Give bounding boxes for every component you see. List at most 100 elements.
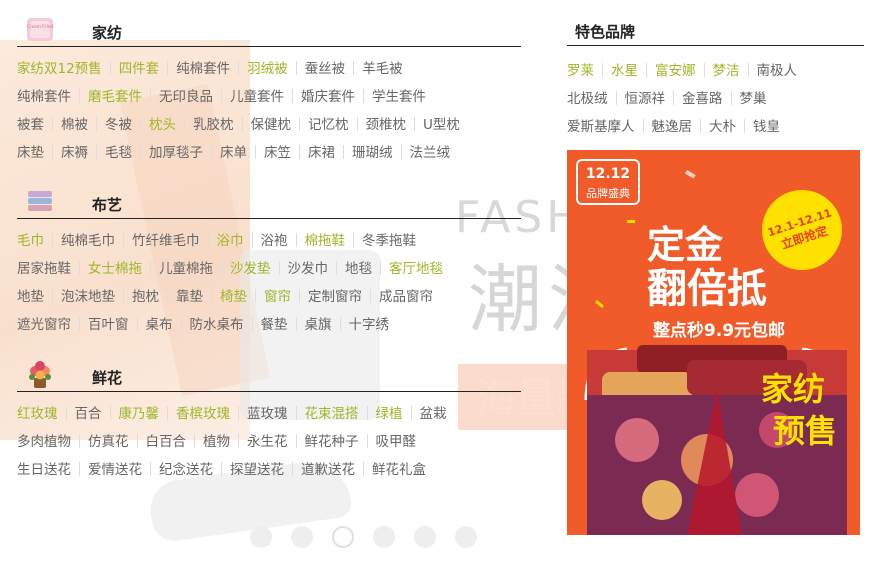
category-link[interactable]: 抱枕 xyxy=(132,289,159,305)
category-link[interactable]: 颈椎枕 xyxy=(366,117,407,133)
category-link[interactable]: 竹纤维毛巾 xyxy=(132,233,200,249)
category-link-highlighted[interactable]: 康乃馨 xyxy=(119,406,160,422)
category-link[interactable]: 盆栽 xyxy=(420,406,447,422)
category-link[interactable]: U型枕 xyxy=(423,117,460,133)
category-link[interactable]: 纯棉套件 xyxy=(176,61,230,77)
category-link[interactable]: 泡沫地垫 xyxy=(61,289,115,305)
category-link[interactable]: 毛毯 xyxy=(105,145,132,161)
category-link[interactable]: 防水桌布 xyxy=(190,317,244,333)
category-link[interactable]: 地毯 xyxy=(345,261,372,277)
category-link[interactable]: 法兰绒 xyxy=(410,145,451,161)
category-link-highlighted[interactable]: 磨毛套件 xyxy=(88,89,142,105)
category-link[interactable]: 靠垫 xyxy=(176,289,203,305)
category-link-highlighted[interactable]: 梦洁 xyxy=(713,63,740,79)
category-link-highlighted[interactable]: 富安娜 xyxy=(655,63,696,79)
category-link[interactable]: 被套 xyxy=(17,117,44,133)
category-link-highlighted[interactable]: 羽绒被 xyxy=(247,61,288,77)
category-link[interactable]: 蚕丝被 xyxy=(305,61,346,77)
category-link-highlighted[interactable]: 枕头 xyxy=(149,117,176,133)
category-link-highlighted[interactable]: 客厅地毯 xyxy=(389,261,443,277)
category-link[interactable]: 床单 xyxy=(220,145,247,161)
category-link[interactable]: 纯棉毛巾 xyxy=(61,233,115,249)
category-link[interactable]: 魅逸居 xyxy=(652,119,693,135)
section-title[interactable]: 家纺 xyxy=(92,22,122,43)
category-link-highlighted[interactable]: 女士棉拖 xyxy=(88,261,142,277)
category-link[interactable]: 百叶窗 xyxy=(88,317,129,333)
category-link[interactable]: 无印良品 xyxy=(159,89,213,105)
category-link[interactable]: 乳胶枕 xyxy=(193,117,234,133)
category-link[interactable]: 遮光窗帘 xyxy=(17,317,71,333)
category-link[interactable]: 植物 xyxy=(203,434,230,450)
brands-title[interactable]: 特色品牌 xyxy=(575,21,635,42)
category-link[interactable]: 床裙 xyxy=(308,145,335,161)
category-link[interactable]: 钱皇 xyxy=(753,119,780,135)
category-link[interactable]: 定制窗帘 xyxy=(308,289,362,305)
category-link[interactable]: 桌布 xyxy=(146,317,173,333)
category-link-highlighted[interactable]: 家纺双12预售 xyxy=(17,61,102,77)
category-link-highlighted[interactable]: 红玫瑰 xyxy=(17,406,58,422)
category-link[interactable]: 羊毛被 xyxy=(362,61,403,77)
category-link-highlighted[interactable]: 沙发垫 xyxy=(230,261,271,277)
category-link-highlighted[interactable]: 四件套 xyxy=(119,61,160,77)
category-link[interactable]: 蓝玫瑰 xyxy=(247,406,288,422)
category-link-highlighted[interactable]: 毛巾 xyxy=(17,233,44,249)
category-link[interactable]: 床垫 xyxy=(17,145,44,161)
category-link[interactable]: 鲜花礼盒 xyxy=(372,462,426,478)
category-link[interactable]: 婚庆套件 xyxy=(301,89,355,105)
category-link[interactable]: 餐垫 xyxy=(261,317,288,333)
carousel-dot[interactable] xyxy=(250,526,272,548)
category-link[interactable]: 爱情送花 xyxy=(88,462,142,478)
category-link[interactable]: 浴袍 xyxy=(261,233,288,249)
section-title[interactable]: 鲜花 xyxy=(92,367,122,388)
category-link[interactable]: 床笠 xyxy=(264,145,291,161)
category-link[interactable]: 儿童棉拖 xyxy=(159,261,213,277)
carousel-dot[interactable] xyxy=(373,526,395,548)
category-link[interactable]: 生日送花 xyxy=(17,462,71,478)
category-link[interactable]: 加厚毯子 xyxy=(149,145,203,161)
category-link-highlighted[interactable]: 花束混搭 xyxy=(305,406,359,422)
category-link[interactable]: 鲜花种子 xyxy=(305,434,359,450)
category-link[interactable]: 恒源祥 xyxy=(625,91,666,107)
category-link[interactable]: 桌旗 xyxy=(305,317,332,333)
section-title[interactable]: 布艺 xyxy=(92,194,122,215)
carousel-dot[interactable] xyxy=(291,526,313,548)
category-link-highlighted[interactable]: 水星 xyxy=(611,63,638,79)
category-link[interactable]: 记忆枕 xyxy=(308,117,349,133)
category-link[interactable]: 棉被 xyxy=(61,117,88,133)
category-link[interactable]: 吸甲醛 xyxy=(376,434,417,450)
category-link[interactable]: 金喜路 xyxy=(682,91,723,107)
category-link[interactable]: 纯棉套件 xyxy=(17,89,71,105)
category-link[interactable]: 冬被 xyxy=(105,117,132,133)
category-link[interactable]: 探望送花 xyxy=(230,462,284,478)
promo-banner[interactable]: 12.12 品牌盛典 12.1-12.11 立即抢定 定金 翻倍抵 整点秒9.9… xyxy=(567,150,860,535)
category-link-highlighted[interactable]: 椅垫 xyxy=(220,289,247,305)
category-link[interactable]: 沙发巾 xyxy=(288,261,329,277)
category-link[interactable]: 地垫 xyxy=(17,289,44,305)
category-link-highlighted[interactable]: 香槟玫瑰 xyxy=(176,406,230,422)
category-link[interactable]: 纪念送花 xyxy=(159,462,213,478)
carousel-dot[interactable] xyxy=(414,526,436,548)
category-link[interactable]: 仿真花 xyxy=(88,434,129,450)
category-link[interactable]: 南极人 xyxy=(757,63,798,79)
category-link-highlighted[interactable]: 罗莱 xyxy=(567,63,594,79)
category-link[interactable]: 道歉送花 xyxy=(301,462,355,478)
category-link[interactable]: 学生套件 xyxy=(372,89,426,105)
category-link[interactable]: 北极绒 xyxy=(567,91,608,107)
category-link-highlighted[interactable]: 窗帘 xyxy=(264,289,291,305)
category-link[interactable]: 珊瑚绒 xyxy=(352,145,393,161)
category-link[interactable]: 永生花 xyxy=(247,434,288,450)
category-link[interactable]: 多肉植物 xyxy=(17,434,71,450)
carousel-dot[interactable] xyxy=(455,526,477,548)
category-link[interactable]: 十字绣 xyxy=(349,317,390,333)
category-link[interactable]: 居家拖鞋 xyxy=(17,261,71,277)
category-link[interactable]: 爱斯基摩人 xyxy=(567,119,635,135)
category-link[interactable]: 冬季拖鞋 xyxy=(362,233,416,249)
category-link-highlighted[interactable]: 浴巾 xyxy=(217,233,244,249)
category-link[interactable]: 儿童套件 xyxy=(230,89,284,105)
category-link[interactable]: 白百合 xyxy=(146,434,187,450)
category-link-highlighted[interactable]: 绿植 xyxy=(376,406,403,422)
category-link-highlighted[interactable]: 棉拖鞋 xyxy=(305,233,346,249)
category-link[interactable]: 床褥 xyxy=(61,145,88,161)
category-link[interactable]: 成品窗帘 xyxy=(379,289,433,305)
category-link[interactable]: 保健枕 xyxy=(251,117,292,133)
